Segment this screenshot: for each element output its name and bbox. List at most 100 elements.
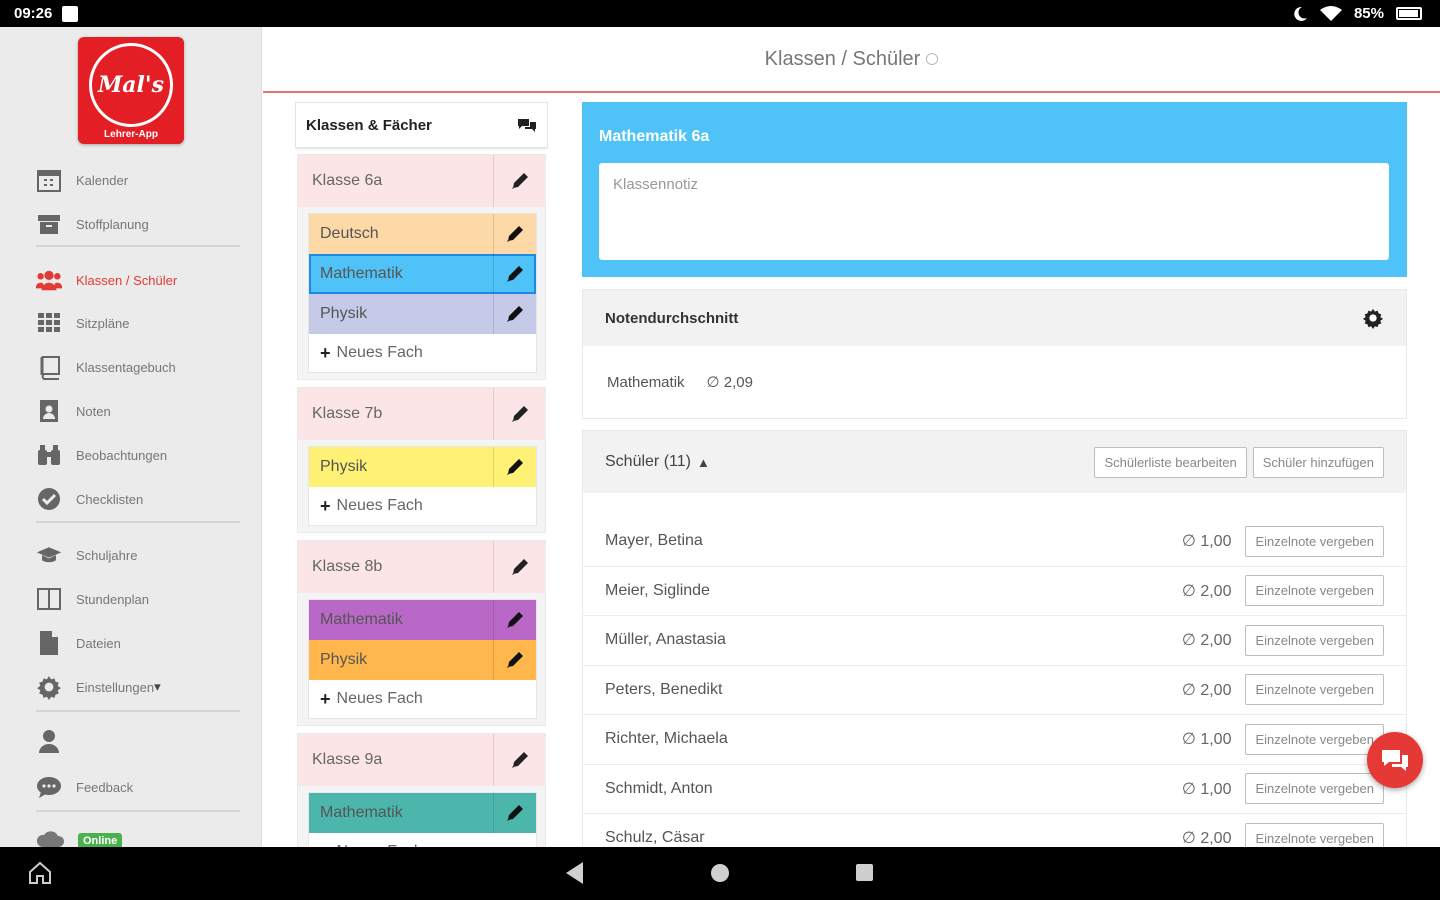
chevron-up-icon[interactable]: ▲	[697, 455, 710, 470]
assign-grade-button[interactable]: Einzelnote vergeben	[1245, 624, 1384, 656]
sidebar-item-label: Beobachtungen	[76, 447, 168, 463]
subject-row[interactable]: Mathematik	[309, 254, 536, 294]
assign-grade-button[interactable]: Einzelnote vergeben	[1245, 723, 1384, 755]
class-block: Klasse 8b Mathematik Physik + Neues Fach	[297, 540, 546, 726]
grid-icon	[36, 310, 62, 336]
new-subject-button[interactable]: +Neues Fach	[309, 833, 536, 848]
edit-subject-button[interactable]	[493, 640, 536, 680]
edit-subject-button[interactable]	[493, 294, 536, 334]
sidebar-item-klassen-schüler[interactable]: Klassen / Schüler	[36, 265, 177, 295]
sidebar-item-profile[interactable]	[36, 726, 76, 756]
sidebar-item-schuljahre[interactable]: Schuljahre	[36, 540, 137, 570]
class-row[interactable]: Klasse 6a	[298, 155, 545, 207]
edit-student-list-button[interactable]: Schülerliste bearbeiten	[1094, 446, 1247, 478]
student-row[interactable]: Schulz, Cäsar ∅ 2,00 Einzelnote vergeben	[583, 814, 1406, 847]
sidebar-item-klassentagebuch[interactable]: Klassentagebuch	[36, 352, 176, 382]
subject-row[interactable]: Mathematik	[309, 600, 536, 640]
average-subject: Mathematik	[607, 373, 685, 391]
average-row: Mathematik ∅ 2,09	[583, 346, 1406, 418]
grade-average-title: Notendurchschnitt	[605, 309, 739, 327]
chat-icon[interactable]	[517, 118, 537, 132]
pencil-icon	[507, 459, 523, 475]
divider	[36, 710, 240, 712]
student-row[interactable]: Mayer, Betina ∅ 1,00 Einzelnote vergeben	[583, 517, 1406, 567]
average-value: ∅ 2,09	[706, 374, 753, 391]
edit-subject-button[interactable]	[493, 254, 536, 294]
assign-grade-button[interactable]: Einzelnote vergeben	[1245, 674, 1384, 706]
back-button[interactable]	[566, 862, 583, 884]
class-row[interactable]: Klasse 8b	[298, 541, 545, 593]
sidebar-item-stoffplanung[interactable]: Stoffplanung	[36, 209, 149, 239]
gear-icon	[36, 674, 62, 700]
student-average: ∅ 1,00	[1181, 780, 1232, 798]
add-student-button[interactable]: Schüler hinzufügen	[1252, 446, 1384, 478]
class-name: Klasse 9a	[312, 751, 383, 768]
student-row[interactable]: Müller, Anastasia ∅ 2,00 Einzelnote vergeb…	[583, 616, 1406, 666]
sidebar-item-label: Einstellungen	[76, 679, 155, 695]
selected-subject-title: Mathematik 6a	[599, 128, 710, 145]
assign-grade-button[interactable]: Einzelnote vergeben	[1245, 773, 1384, 805]
edit-subject-button[interactable]	[493, 600, 536, 640]
sidebar-item-beobachtungen[interactable]: Beobachtungen	[36, 440, 167, 470]
edit-subject-button[interactable]	[493, 447, 536, 487]
student-name: Schulz, Cäsar	[605, 829, 705, 847]
notification-icon	[62, 5, 79, 22]
divider	[36, 521, 240, 523]
new-subject-button[interactable]: +Neues Fach	[309, 487, 536, 525]
new-subject-button[interactable]: +Neues Fach	[309, 334, 536, 372]
edit-class-button[interactable]	[493, 155, 545, 207]
new-subject-button[interactable]: +Neues Fach	[309, 680, 536, 718]
sidebar-item-feedback[interactable]: Feedback	[36, 772, 133, 802]
sidebar-item-label: Kalender	[76, 172, 129, 188]
app-logo[interactable]: Mal's Lehrer-App	[78, 37, 184, 144]
class-name: Klasse 7b	[312, 405, 383, 422]
sidebar-item-sitzpläne[interactable]: Sitzpläne	[36, 308, 129, 338]
assign-grade-button[interactable]: Einzelnote vergeben	[1245, 525, 1384, 557]
subject-name: Physik	[320, 458, 368, 475]
subject-row[interactable]: Deutsch	[309, 214, 536, 254]
logo-mark: Mal's	[89, 43, 173, 127]
chat-fab-button[interactable]	[1367, 732, 1423, 788]
student-row[interactable]: Schmidt, Anton ∅ 1,00 Einzelnote vergeben	[583, 765, 1406, 814]
info-icon[interactable]	[926, 53, 939, 65]
assign-grade-button[interactable]: Einzelnote vergeben	[1245, 822, 1384, 847]
student-row[interactable]: Peters, Benedikt ∅ 2,00 Einzelnote vergebe…	[583, 666, 1406, 715]
sidebar-item-noten[interactable]: Noten	[36, 396, 111, 426]
assign-grade-button[interactable]: Einzelnote vergeben	[1245, 575, 1384, 607]
sidebar-item-label: Dateien	[76, 635, 121, 651]
edit-class-button[interactable]	[493, 541, 545, 593]
sidebar-item-checklisten[interactable]: Checklisten	[36, 484, 143, 514]
subject-name: Physik	[320, 305, 368, 322]
student-row[interactable]: Meier, Siglinde ∅ 2,00 Einzelnote vergeben	[583, 567, 1406, 616]
edit-class-button[interactable]	[493, 388, 545, 440]
sidebar-item-dateien[interactable]: Dateien	[36, 628, 121, 658]
home-icon[interactable]	[28, 861, 52, 885]
class-row[interactable]: Klasse 7b	[298, 388, 545, 440]
edit-subject-button[interactable]	[493, 793, 536, 833]
students-header: Schüler (11) ▲ Schülerliste bearbeiten S…	[583, 431, 1406, 493]
edit-class-button[interactable]	[493, 734, 545, 786]
class-row[interactable]: Klasse 9a	[298, 734, 545, 786]
subject-row[interactable]: Physik	[309, 447, 536, 487]
graduation-cap-icon	[36, 542, 62, 568]
student-average: ∅ 2,00	[1181, 582, 1232, 600]
subject-row[interactable]: Physik	[309, 640, 536, 680]
subject-row[interactable]: Physik	[309, 294, 536, 334]
home-button[interactable]	[711, 864, 729, 882]
classes-panel-header: Klassen & Fächer	[295, 102, 548, 148]
edit-subject-button[interactable]	[493, 214, 536, 254]
class-note-input[interactable]: Klassennotiz	[599, 163, 1389, 260]
sidebar-item-stundenplan[interactable]: Stundenplan	[36, 584, 149, 614]
divider	[36, 245, 240, 247]
sidebar-item-label: Klassentagebuch	[76, 359, 176, 375]
page-header: Klassen / Schüler	[263, 27, 1440, 93]
check-circle-icon	[36, 486, 62, 512]
students-title[interactable]: Schüler (11)	[605, 453, 691, 471]
subject-list: Deutsch Mathematik Physik + Neues Fach	[308, 213, 537, 373]
student-row[interactable]: Richter, Michaela ∅ 1,00 Einzelnote vergeb…	[583, 715, 1406, 765]
recents-button[interactable]	[856, 864, 873, 881]
sidebar-item-kalender[interactable]: Kalender	[36, 165, 128, 195]
subject-row[interactable]: Mathematik	[309, 793, 536, 833]
gear-icon[interactable]	[1362, 307, 1384, 329]
sidebar-item-einstellungen[interactable]: Einstellungen ▾	[36, 672, 161, 702]
